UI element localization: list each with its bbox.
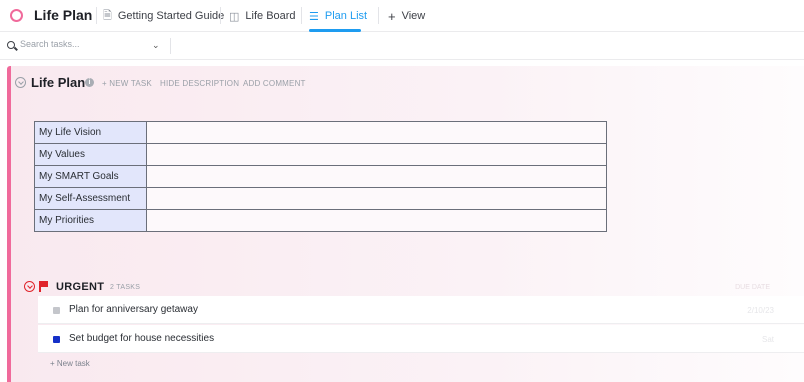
add-comment-link[interactable]: ADD COMMENT [243,79,306,88]
row-value[interactable] [146,187,607,210]
list-color-bar [7,66,11,382]
divider [170,38,171,54]
row-label: My Life Vision [34,121,147,144]
task-due-date[interactable]: Sat [762,335,774,344]
row-value[interactable] [146,143,607,166]
group-title: URGENT [56,281,105,293]
search-input[interactable] [20,39,140,49]
tab-plan-list[interactable]: ☰ Plan List [309,0,367,32]
row-label: My Values [34,143,147,166]
search-bar: ⌄ [0,32,804,60]
group-collapse-icon[interactable] [24,281,35,292]
hide-description-link[interactable]: HIDE DESCRIPTION [160,79,239,88]
add-view-button[interactable]: + View [388,0,425,32]
row-label: My SMART Goals [34,165,147,188]
table-row: My Priorities [34,209,607,232]
divider [301,7,302,24]
row-label: My Self-Assessment [34,187,147,210]
doc-icon: 🗎 [103,9,112,22]
new-task-link[interactable]: + NEW TASK [102,79,152,88]
divider [96,7,97,24]
status-square-icon[interactable] [53,307,60,314]
status-square-icon[interactable] [53,336,60,343]
row-value[interactable] [146,165,607,188]
group-task-count: 2 TASKS [110,284,141,291]
flag-icon [39,281,49,292]
table-row: My SMART Goals [34,165,607,188]
due-date-column-header[interactable]: DUE DATE [735,284,770,291]
top-bar: Life Plan 🗎 Getting Started Guide ◫ Life… [0,0,804,32]
circle-icon[interactable] [10,9,23,22]
divider [220,7,221,24]
info-icon[interactable]: i [85,78,94,87]
collapse-toggle-icon[interactable] [15,77,26,88]
list-icon: ☰ [309,10,319,23]
divider [378,7,379,24]
task-due-date[interactable]: 2/10/23 [747,306,774,315]
tab-label: View [401,10,426,22]
task-row[interactable]: Set budget for house necessities Sat [38,325,804,353]
tab-label: Plan List [324,10,368,22]
task-name[interactable]: Plan for anniversary getaway [69,304,198,315]
task-name[interactable]: Set budget for house necessities [69,333,214,344]
tab-life-board[interactable]: ◫ Life Board [229,0,296,32]
page-title: Life Plan [34,7,93,23]
tab-getting-started-guide[interactable]: 🗎 Getting Started Guide [103,0,224,32]
plus-icon: + [388,8,396,24]
board-icon: ◫ [229,10,240,23]
table-row: My Life Vision [34,121,607,144]
table-row: My Self-Assessment [34,187,607,210]
new-task-button[interactable]: + New task [50,359,90,368]
chevron-down-icon[interactable]: ⌄ [152,40,160,51]
row-label: My Priorities [34,209,147,232]
tab-label: Getting Started Guide [117,10,225,22]
tab-label: Life Board [245,10,296,22]
row-value[interactable] [146,121,607,144]
list-title: Life Plan [31,75,86,90]
search-icon [7,41,15,49]
table-row: My Values [34,143,607,166]
row-value[interactable] [146,209,607,232]
description-table: My Life Vision My Values My SMART Goals … [34,121,607,232]
task-row[interactable]: Plan for anniversary getaway 2/10/23 [38,296,804,324]
